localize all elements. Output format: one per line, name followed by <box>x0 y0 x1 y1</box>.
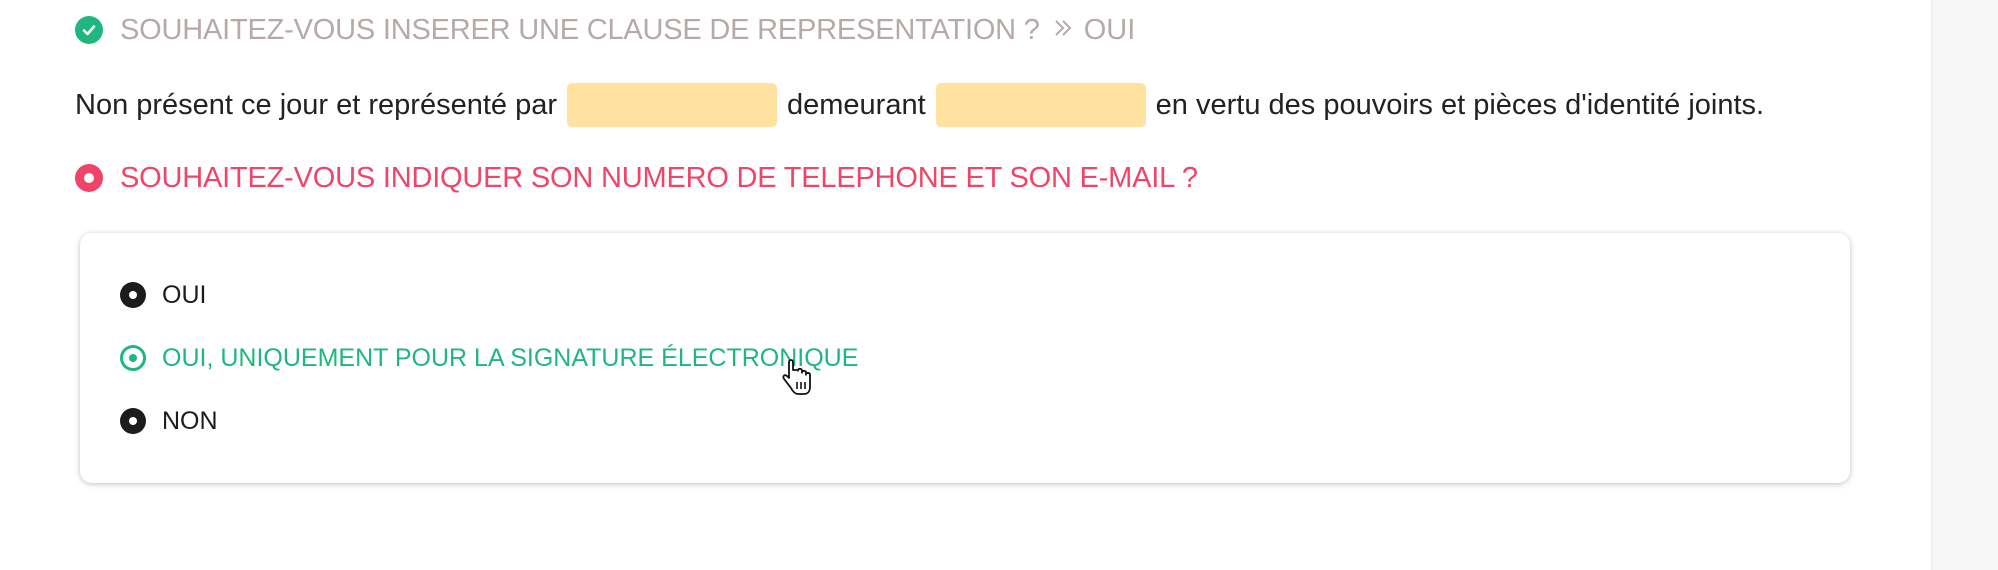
sentence-text: demeurant <box>787 88 926 121</box>
double-chevron-right-icon <box>1052 13 1074 47</box>
radio-selected-icon[interactable] <box>120 345 146 371</box>
page: SOUHAITEZ-VOUS INSERER UNE CLAUSE DE REP… <box>0 0 1998 570</box>
sentence-text: en vertu des pouvoirs et pièces d'identi… <box>1155 88 1765 121</box>
radio-icon[interactable] <box>120 282 146 308</box>
question-label: SOUHAITEZ-VOUS INDIQUER SON NUMERO DE TE… <box>120 161 1198 194</box>
question-representation[interactable]: SOUHAITEZ-VOUS INSERER UNE CLAUSE DE REP… <box>75 10 1135 50</box>
question-answer: OUI <box>1083 13 1136 46</box>
option-non[interactable]: NON <box>120 401 218 441</box>
radio-active-icon <box>75 164 103 192</box>
hand-pointer-icon <box>782 359 811 395</box>
option-label: NON <box>162 406 218 435</box>
option-label: OUI, UNIQUEMENT POUR LA SIGNATURE ÉLECTR… <box>162 343 859 372</box>
radio-icon[interactable] <box>120 408 146 434</box>
right-sidebar <box>1931 0 1998 570</box>
representation-sentence: Non présent ce jour et représenté par de… <box>75 82 1764 128</box>
option-oui-signature-electronique[interactable]: OUI, UNIQUEMENT POUR LA SIGNATURE ÉLECTR… <box>120 338 858 378</box>
option-oui[interactable]: OUI <box>120 275 206 315</box>
representative-name-field[interactable] <box>567 83 777 127</box>
option-label: OUI <box>162 280 207 309</box>
question-phone-email[interactable]: SOUHAITEZ-VOUS INDIQUER SON NUMERO DE TE… <box>75 158 1198 198</box>
check-circle-icon <box>75 16 103 44</box>
options-card: OUI OUI, UNIQUEMENT POUR LA SIGNATURE ÉL… <box>80 233 1850 483</box>
sentence-text: Non présent ce jour et représenté par <box>75 88 557 121</box>
question-label: SOUHAITEZ-VOUS INSERER UNE CLAUSE DE REP… <box>120 13 1040 46</box>
representative-address-field[interactable] <box>935 83 1146 127</box>
